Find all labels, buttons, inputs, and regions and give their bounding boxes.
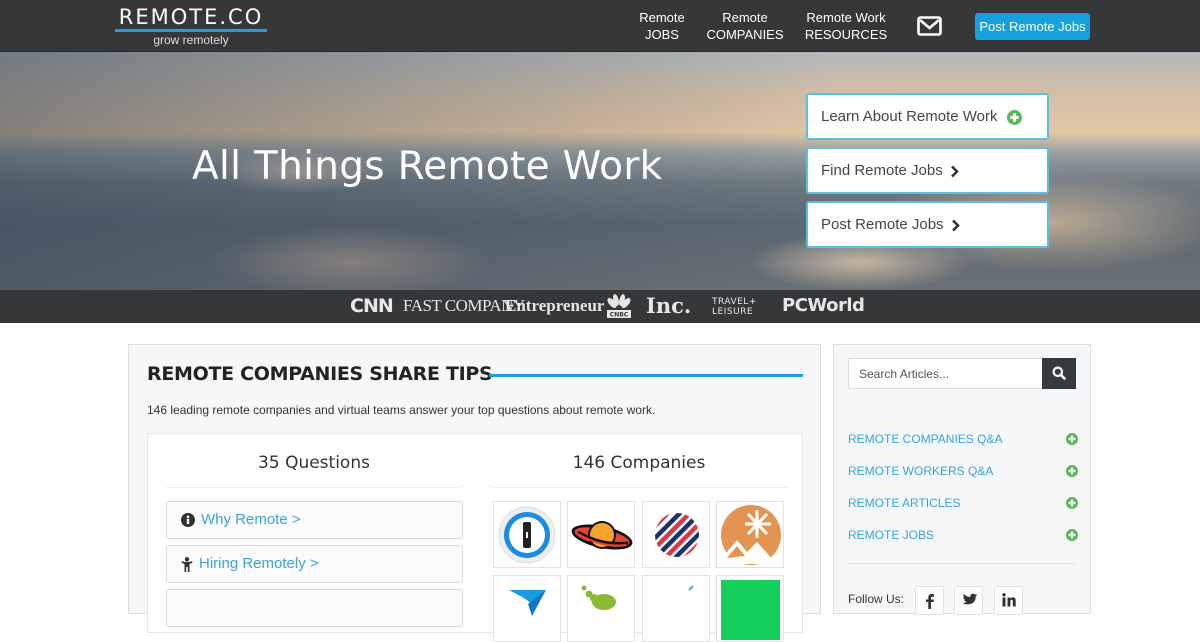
company-logo-blank[interactable] xyxy=(642,575,710,642)
question-category[interactable] xyxy=(166,589,463,627)
company-logo-1password[interactable] xyxy=(493,501,561,568)
find-remote-jobs-button[interactable]: Find Remote Jobs xyxy=(806,147,1049,194)
sidebar-link-remote-workers-qa[interactable]: REMOTE WORKERS Q&A xyxy=(848,462,1078,480)
company-logo-green-square[interactable] xyxy=(716,575,784,642)
nav-remote-companies[interactable]: Remote COMPANIES xyxy=(706,9,784,43)
inc-logo: Inc. xyxy=(646,293,692,318)
cnn-logo: CNN xyxy=(350,295,394,317)
divider xyxy=(490,487,788,488)
why-remote-label: Why Remote > xyxy=(201,511,301,528)
nav-remote-jobs[interactable]: Remote JOBS xyxy=(632,9,692,43)
cnbc-peacock-logo: CNBC xyxy=(607,294,631,319)
pcworld-logo: PCWorld xyxy=(782,295,865,316)
questions-heading[interactable]: 35 Questions xyxy=(166,453,462,473)
entrepreneur-logo: Entrepreneur xyxy=(505,296,605,315)
person-icon xyxy=(181,556,193,572)
info-circle-icon xyxy=(181,513,195,528)
companies-heading[interactable]: 146 Companies xyxy=(490,453,788,473)
remote-companies-tips-panel: REMOTE COMPANIES SHARE TIPS 146 leading … xyxy=(128,344,821,642)
title-accent-line xyxy=(489,374,803,377)
plus-circle-icon[interactable] xyxy=(1066,497,1078,509)
linkedin-button[interactable] xyxy=(994,586,1023,615)
sidebar: REMOTE COMPANIES Q&A REMOTE WORKERS Q&A … xyxy=(833,344,1091,615)
company-logo-paper-plane[interactable] xyxy=(493,575,561,642)
divider xyxy=(166,487,462,488)
nav-resources-line1: Remote Work xyxy=(806,10,886,25)
site-logo[interactable]: REMOTE.CO grow remotely xyxy=(115,6,267,47)
plus-circle-icon xyxy=(1006,109,1022,125)
remote-companies-qa-label: REMOTE COMPANIES Q&A xyxy=(848,432,1003,446)
cnbc-text: CNBC xyxy=(610,312,629,319)
hiring-remotely-label: Hiring Remotely > xyxy=(199,555,319,572)
company-logo-striped[interactable] xyxy=(642,501,710,568)
search-articles-input[interactable] xyxy=(848,358,1043,389)
travel-leisure-logo: TRAVEL+ LEISURE xyxy=(712,297,757,317)
nav-resources-line2: RESOURCES xyxy=(804,27,888,42)
plus-circle-icon[interactable] xyxy=(1066,465,1078,477)
nav-remote-jobs-line1: Remote xyxy=(639,10,685,25)
questions-companies-box: 35 Questions 146 Companies Why Remote > … xyxy=(147,433,803,642)
remote-articles-label: REMOTE ARTICLES xyxy=(848,496,961,510)
nav-remote-companies-line1: Remote xyxy=(722,10,768,25)
company-logo-snowflake[interactable] xyxy=(716,501,784,568)
sidebar-link-remote-articles[interactable]: REMOTE ARTICLES xyxy=(848,494,1078,512)
facebook-icon xyxy=(926,594,934,609)
section-title: REMOTE COMPANIES SHARE TIPS xyxy=(147,363,493,385)
logo-underline xyxy=(115,29,267,32)
sidebar-link-remote-companies-qa[interactable]: REMOTE COMPANIES Q&A xyxy=(848,430,1078,448)
travel-text: TRAVEL+ xyxy=(712,297,757,307)
nav-remote-jobs-line2: JOBS xyxy=(645,27,679,42)
question-category-why-remote[interactable]: Why Remote > xyxy=(166,501,463,539)
learn-about-remote-work-button[interactable]: Learn About Remote Work xyxy=(806,93,1049,140)
top-navigation-bar: REMOTE.CO grow remotely Remote JOBS Remo… xyxy=(0,0,1200,52)
nav-remote-work-resources[interactable]: Remote Work RESOURCES xyxy=(800,9,892,43)
company-logo-green-dots[interactable] xyxy=(567,575,635,642)
search-button[interactable] xyxy=(1042,358,1076,389)
remote-workers-qa-label: REMOTE WORKERS Q&A xyxy=(848,464,994,478)
section-description: 146 leading remote companies and virtual… xyxy=(147,403,656,417)
logo-text: REMOTE.CO xyxy=(118,5,264,29)
linkedin-icon xyxy=(1002,593,1016,607)
hero-banner: All Things Remote Work Learn About Remot… xyxy=(0,52,1200,290)
twitter-icon xyxy=(962,593,978,605)
twitter-button[interactable] xyxy=(954,586,983,615)
chevron-right-icon xyxy=(951,219,960,231)
hero-title: All Things Remote Work xyxy=(192,144,663,189)
sidebar-link-remote-jobs[interactable]: REMOTE JOBS xyxy=(848,526,1078,544)
plus-circle-icon[interactable] xyxy=(1066,529,1078,541)
question-category-hiring-remotely[interactable]: Hiring Remotely > xyxy=(166,545,463,583)
learn-about-remote-work-label: Learn About Remote Work xyxy=(821,108,998,125)
magnifier-icon xyxy=(1052,366,1066,380)
logo-tagline: grow remotely xyxy=(153,33,229,47)
follow-us-label: Follow Us: xyxy=(848,592,905,606)
facebook-button[interactable] xyxy=(915,586,944,615)
leisure-text: LEISURE xyxy=(712,307,754,317)
plus-circle-icon[interactable] xyxy=(1066,433,1078,445)
remote-jobs-label: REMOTE JOBS xyxy=(848,528,935,542)
post-remote-jobs-button[interactable]: Post Remote Jobs xyxy=(975,13,1090,40)
nav-remote-companies-line2: COMPANIES xyxy=(706,27,784,42)
as-seen-in-bar: CNN FAST COMPANY Entrepreneur CNBC Inc. … xyxy=(0,290,1200,323)
sidebar-divider xyxy=(848,563,1076,564)
post-remote-jobs-label: Post Remote Jobs xyxy=(821,216,944,233)
find-remote-jobs-label: Find Remote Jobs xyxy=(821,162,943,179)
envelope-icon[interactable] xyxy=(917,16,942,36)
post-remote-jobs-hero-button[interactable]: Post Remote Jobs xyxy=(806,201,1049,248)
chevron-right-icon xyxy=(950,165,959,177)
company-logo-saturn[interactable] xyxy=(567,501,635,568)
